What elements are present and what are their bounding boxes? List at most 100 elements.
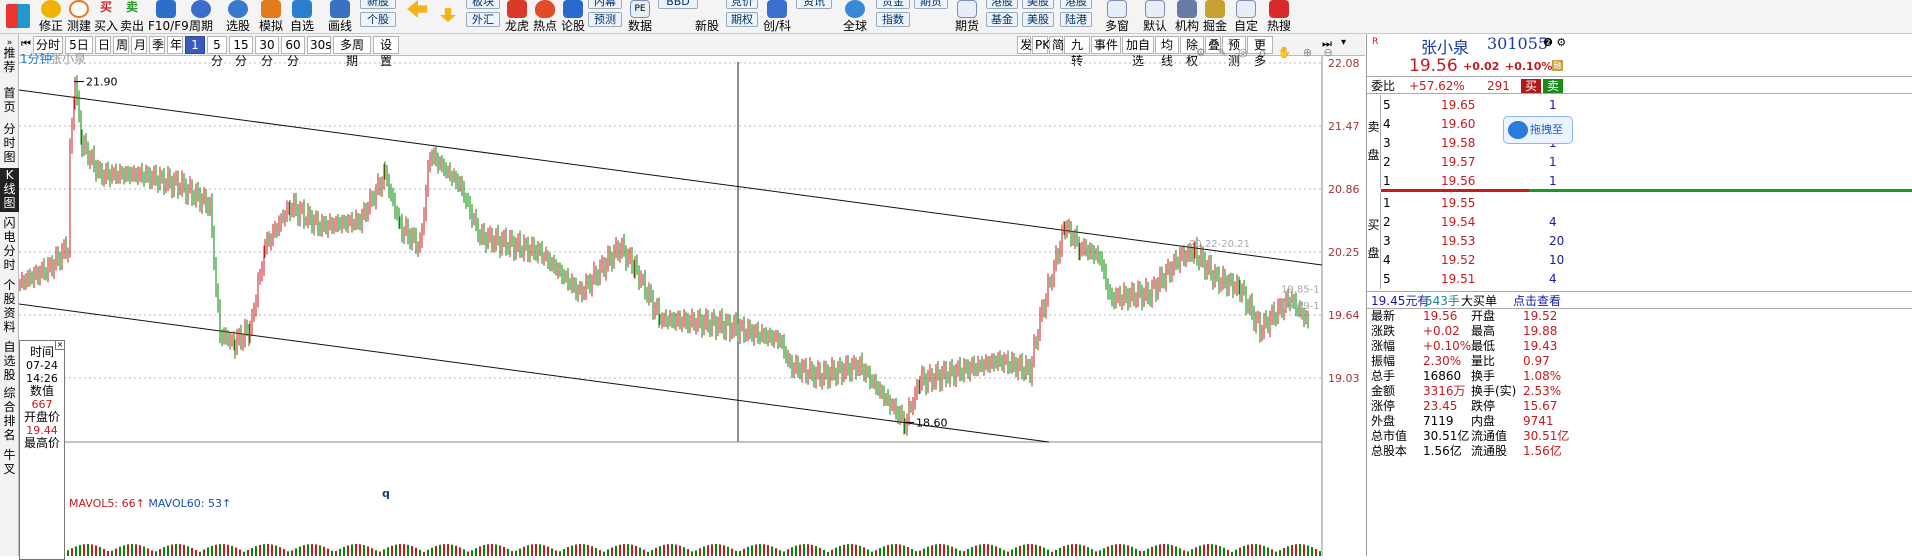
sidebar-tab-recommend[interactable]: 推荐 — [0, 46, 19, 76]
bids-row[interactable]: 3 19.53 20 — [1381, 232, 1912, 250]
toolbar-draw-button[interactable]: 画线 — [326, 0, 354, 34]
toolbar-test-button[interactable]: 测建 — [66, 0, 92, 34]
sidebar-tab-ranking[interactable]: 综合排名 — [0, 386, 19, 444]
toolbar-hotspot-button[interactable]: 热点 — [532, 0, 558, 34]
bids-row[interactable]: 1 19.55 — [1381, 194, 1912, 212]
toolbar-screener-button[interactable]: 选股 — [224, 0, 252, 34]
timeframe-14[interactable]: 设置 — [373, 36, 399, 68]
toolbar-bbd-box[interactable]: BBD — [658, 0, 698, 28]
toolbar-default-button[interactable]: 默认 — [1142, 0, 1168, 34]
asks-row[interactable]: 1 19.56 1 — [1381, 172, 1912, 190]
pencil-icon — [330, 0, 350, 18]
volume-bar — [339, 548, 341, 556]
volume-bar — [267, 544, 269, 556]
more-dropdown-icon[interactable]: ▾ — [1341, 37, 1346, 48]
logo-icon[interactable] — [6, 4, 30, 28]
chart-option-0[interactable]: 发 — [1017, 36, 1032, 54]
toolbar-hk-box[interactable]: 港股 基金 — [986, 0, 1018, 28]
sidebar-tab-watchlist[interactable]: 自选股 — [0, 340, 19, 384]
volume-bar — [1239, 547, 1241, 556]
volume-bar — [99, 546, 101, 556]
sidebar-tab-niucha[interactable]: 牛叉 — [0, 448, 19, 478]
sidebar-tab-timeshare[interactable]: 分时图 — [0, 122, 19, 166]
drag-popup[interactable]: 拖拽至 — [1503, 116, 1573, 144]
toolbar-news-box[interactable]: 资讯 — [796, 0, 832, 28]
timeframe-9[interactable]: 15分 — [229, 36, 253, 68]
toolbar-fix-button[interactable]: 修正 — [38, 0, 64, 34]
timeframe-11[interactable]: 60分 — [281, 36, 305, 68]
toolbar-data-button[interactable]: PE 数据 — [626, 0, 654, 34]
timeframe-3[interactable]: 周 — [113, 36, 129, 54]
toolbar-period-button[interactable]: 周期 — [188, 0, 214, 34]
chart-option-1[interactable]: PK — [1032, 36, 1050, 54]
timeframe-5[interactable]: 季 — [149, 36, 165, 54]
bids-row[interactable]: 2 19.54 4 — [1381, 213, 1912, 231]
sidebar-tab-flash[interactable]: 闪电分时 — [0, 216, 19, 274]
asks-row[interactable]: 419.601 — [1381, 115, 1912, 133]
volume-bar — [455, 545, 457, 556]
kline-chart[interactable]: 22.08 21.47 20.86 20.25 19.64 19.03 21.90 18.60… — [19, 46, 1365, 560]
volume-bar — [683, 547, 685, 556]
asks-row[interactable]: 2 19.57 1 — [1381, 153, 1912, 171]
chart-option-6[interactable]: 均线 — [1155, 36, 1179, 68]
toolbar-newstock-box[interactable]: 新股 个股 — [360, 0, 396, 28]
volume-bar — [1167, 544, 1169, 556]
toolbar-multiwindow-button[interactable]: 多窗 — [1102, 0, 1132, 34]
toolbar-custom-button[interactable]: 自定 — [1232, 0, 1260, 34]
toolbar-mining-button[interactable]: 掘金 — [1202, 0, 1228, 34]
bids-row[interactable]: 4 19.52 10 — [1381, 251, 1912, 269]
quick-buy-button[interactable]: 买 — [1521, 79, 1541, 93]
toolbar-insider-box[interactable]: 内幕 预测 — [588, 0, 622, 28]
toolbar-hkconnect-box[interactable]: 港股 陆港 — [1060, 0, 1092, 28]
chart-option-2[interactable]: 简 — [1049, 36, 1064, 54]
timeframe-12[interactable]: 30s — [307, 36, 332, 54]
sidebar-tab-profile[interactable]: 个股资料 — [0, 278, 19, 336]
asks-row[interactable]: 319.581 — [1381, 134, 1912, 152]
chart-option-5[interactable]: 加自选 — [1122, 36, 1154, 68]
volume-bar — [1095, 551, 1097, 556]
timeframe-4[interactable]: 月 — [131, 36, 147, 54]
toolbar-buy-button[interactable]: 买买入 — [94, 0, 118, 34]
chart-tools[interactable]: ⚙ ✎ ◎ ⌂ ✋ ⊕ ⊖ — [1196, 46, 1337, 59]
toolbar-f10-button[interactable]: F10/F9 — [148, 0, 189, 34]
toolbar-metal-box[interactable]: 贵金 指数 — [876, 0, 910, 28]
asks-row[interactable]: 5 19.65 1 — [1381, 96, 1912, 114]
bids-row[interactable]: 5 19.51 4 — [1381, 270, 1912, 288]
step-left-icon[interactable]: ⏮ — [21, 37, 31, 51]
info-icon[interactable]: ❷ ⚙ — [1543, 36, 1566, 49]
toolbar-hotsearch-button[interactable]: 热搜 — [1266, 0, 1292, 34]
sidebar-tab-kline[interactable]: K线图 — [0, 168, 19, 212]
timeframe-13[interactable]: 多周期 — [333, 36, 371, 68]
toolbar-global-button[interactable]: 全球 — [840, 0, 870, 34]
toolbar-sector-box[interactable]: 板块 外汇 — [466, 0, 500, 28]
toolbar-star-board-button[interactable]: 创/科 — [762, 0, 792, 34]
volume-bar — [727, 546, 729, 556]
toolbar-auction-box[interactable]: 竞价 期权 — [726, 0, 758, 28]
toolbar-forum-button[interactable]: 论股 — [560, 0, 586, 34]
tooltip-close-icon[interactable]: × — [55, 340, 65, 350]
timeframe-6[interactable]: 年 — [167, 36, 183, 54]
timeframe-2[interactable]: 日 — [95, 36, 111, 54]
volume-bar — [1295, 544, 1297, 556]
toolbar-futures-button[interactable]: 期货 — [954, 0, 980, 34]
quick-sell-button[interactable]: 卖 — [1543, 79, 1563, 93]
toolbar-watchlist-button[interactable]: 自选 — [288, 0, 316, 34]
chart-option-4[interactable]: 事件 — [1091, 36, 1121, 54]
toolbar-simulate-button[interactable]: 模拟 — [258, 0, 284, 34]
last-price: 19.56 — [1409, 56, 1458, 76]
hammer-icon — [261, 0, 281, 18]
toolbar-ipo-button[interactable]: 新股 — [694, 0, 720, 34]
back-arrow-button[interactable] — [402, 0, 432, 34]
timeframe-10[interactable]: 30分 — [255, 36, 279, 68]
chart-option-3[interactable]: 九转 — [1064, 36, 1090, 68]
timeframe-8[interactable]: 5分 — [207, 36, 227, 68]
toolbar-futures-box[interactable]: 期货 — [914, 0, 948, 28]
toolbar-dragontiger-button[interactable]: 龙虎 — [504, 0, 530, 34]
toolbar-us-box[interactable]: 美股 美股 — [1022, 0, 1054, 28]
sidebar-tab-home[interactable]: 首页 — [0, 86, 19, 116]
toolbar-sell-button[interactable]: 卖卖出 — [120, 0, 144, 34]
volume-bar — [347, 545, 349, 556]
toolbar-institution-button[interactable]: 机构 — [1174, 0, 1200, 34]
timeframe-7[interactable]: 1分 — [185, 36, 205, 68]
view-big-orders-link[interactable]: 点击查看 — [1513, 292, 1561, 310]
